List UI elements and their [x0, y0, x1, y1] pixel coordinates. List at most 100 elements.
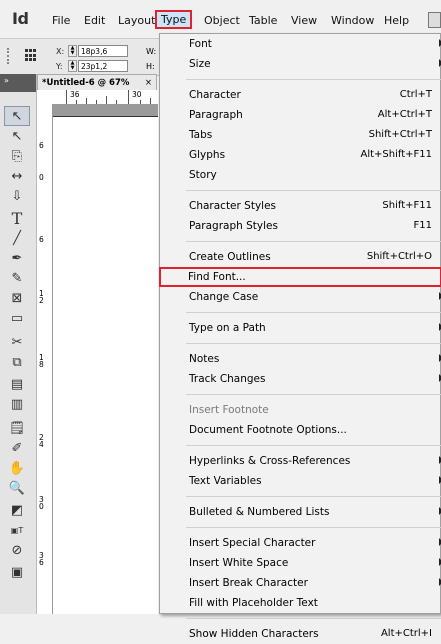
menu-item-shortcut: F11: [413, 220, 432, 231]
menu-item-glyphs[interactable]: Glyphs Alt+Shift+F11: [160, 145, 441, 165]
menu-item-label: Track Changes: [189, 373, 266, 385]
menu-separator: [186, 527, 441, 528]
menu-item-label: Create Outlines: [189, 251, 271, 263]
gap-tool-icon[interactable]: ↔: [4, 166, 30, 186]
menu-item-story[interactable]: Story: [160, 165, 441, 185]
menu-item-label: Text Variables: [189, 475, 262, 487]
menu-item-tabs[interactable]: Tabs Shift+Ctrl+T: [160, 125, 441, 145]
menu-item-shortcut: Alt+Ctrl+T: [377, 109, 432, 120]
menu-item-text-variables[interactable]: Text Variables: [160, 471, 441, 491]
close-tab-icon[interactable]: ×: [145, 75, 152, 91]
document-canvas[interactable]: [53, 104, 158, 614]
menu-item-create-outlines[interactable]: Create Outlines Shift+Ctrl+O: [160, 247, 441, 267]
menu-item-label: Glyphs: [189, 149, 226, 161]
zoom-tool-icon[interactable]: 🔍: [4, 478, 30, 498]
menu-item-notes[interactable]: Notes: [160, 349, 441, 369]
menu-item-label: Insert Special Character: [189, 537, 316, 549]
direct-selection-tool-icon[interactable]: ↖: [4, 126, 30, 146]
y-field[interactable]: 23p1,2: [78, 60, 128, 72]
menu-item-shortcut: Ctrl+T: [399, 89, 432, 100]
reference-point-icon[interactable]: [25, 49, 38, 62]
menu-edit[interactable]: Edit: [84, 14, 105, 27]
formatting-affects-icon[interactable]: ▣T: [4, 520, 30, 540]
menu-item-label: Fill with Placeholder Text: [189, 597, 318, 609]
selection-tool-icon[interactable]: ↖: [4, 106, 30, 126]
menu-item-label: Font: [189, 38, 212, 50]
menu-item-find-font[interactable]: Find Font...: [159, 267, 441, 287]
menu-separator: [186, 312, 441, 313]
menu-item-shortcut: Shift+F11: [382, 200, 432, 211]
ruler-origin[interactable]: [37, 90, 53, 105]
menu-item-show-hidden-characters[interactable]: Show Hidden Characters Alt+Ctrl+I: [160, 624, 441, 644]
menu-item-label: Bulleted & Numbered Lists: [189, 506, 330, 518]
menu-item-label: Hyperlinks & Cross-References: [189, 455, 351, 467]
scissors-tool-icon[interactable]: ✂: [4, 332, 30, 352]
menu-item-insert-break-character[interactable]: Insert Break Character: [160, 573, 441, 593]
menu-separator: [186, 79, 441, 80]
menu-item-font[interactable]: Font: [160, 34, 441, 54]
menu-object[interactable]: Object: [204, 14, 240, 27]
menu-item-fill-with-placeholder-text[interactable]: Fill with Placeholder Text: [160, 593, 441, 613]
menu-item-size[interactable]: Size: [160, 54, 441, 74]
menu-item-shortcut: Alt+Shift+F11: [360, 149, 432, 160]
document-tab-title: *Untitled-6 @ 67%: [42, 78, 130, 88]
menu-item-label: Paragraph Styles: [189, 220, 278, 232]
menu-item-label: Insert White Space: [189, 557, 289, 569]
menu-item-track-changes[interactable]: Track Changes: [160, 369, 441, 389]
pencil-tool-icon[interactable]: ✎: [4, 268, 30, 288]
panel-grip-icon[interactable]: [7, 48, 12, 64]
menu-file[interactable]: File: [52, 14, 70, 27]
x-stepper[interactable]: ▲ ▼: [68, 45, 77, 57]
eyedropper-tool-icon[interactable]: ✐: [4, 438, 30, 458]
y-stepper[interactable]: ▲ ▼: [68, 60, 77, 72]
line-tool-icon[interactable]: ╱: [4, 228, 30, 248]
menu-item-character-styles[interactable]: Character Styles Shift+F11: [160, 196, 441, 216]
menu-item-shortcut: Alt+Ctrl+I: [380, 628, 432, 639]
menu-help[interactable]: Help: [384, 14, 409, 27]
menu-table[interactable]: Table: [249, 14, 277, 27]
content-collector-icon[interactable]: ⇩: [4, 186, 30, 206]
free-transform-tool-icon[interactable]: ⧉: [4, 352, 30, 372]
screen-mode-icon[interactable]: ▣: [4, 562, 30, 582]
type-tool-icon[interactable]: T: [4, 208, 30, 228]
workspace-icon[interactable]: [428, 12, 441, 28]
menu-item-label: Document Footnote Options...: [189, 424, 347, 436]
menu-item-label: Insert Footnote: [189, 404, 269, 416]
menu-item-label: Paragraph: [189, 109, 243, 121]
rectangle-tool-icon[interactable]: ▭: [4, 308, 30, 328]
menu-view[interactable]: View: [291, 14, 317, 27]
menu-item-label: Find Font...: [188, 271, 246, 283]
menu-item-type-on-a-path[interactable]: Type on a Path: [160, 318, 441, 338]
h-label: H:: [146, 62, 155, 71]
menu-layout[interactable]: Layout: [118, 14, 155, 27]
pasteboard: [53, 104, 158, 116]
menu-item-insert-white-space[interactable]: Insert White Space: [160, 553, 441, 573]
menu-item-bulleted-numbered-lists[interactable]: Bulleted & Numbered Lists: [160, 502, 441, 522]
menu-separator: [186, 190, 441, 191]
menu-item-change-case[interactable]: Change Case: [160, 287, 441, 307]
rectangle-frame-tool-icon[interactable]: ⊠: [4, 288, 30, 308]
x-field[interactable]: 18p3,6: [78, 45, 128, 57]
apply-none-icon[interactable]: ⊘: [4, 540, 30, 560]
tools-panel-header[interactable]: »: [0, 74, 36, 92]
page-tool-icon[interactable]: ⎘: [4, 146, 30, 166]
menu-separator: [186, 445, 441, 446]
menu-item-paragraph[interactable]: Paragraph Alt+Ctrl+T: [160, 105, 441, 125]
ruler-label: 30: [39, 495, 44, 511]
hand-tool-icon[interactable]: ✋: [4, 458, 30, 478]
ruler-label: 12: [39, 289, 44, 305]
document-tab[interactable]: *Untitled-6 @ 67% ×: [37, 74, 157, 90]
menu-item-character[interactable]: Character Ctrl+T: [160, 85, 441, 105]
note-tool-icon[interactable]: 🗒: [4, 418, 30, 438]
menu-item-hyperlinks-cross-references[interactable]: Hyperlinks & Cross-References: [160, 451, 441, 471]
menu-item-document-footnote-options[interactable]: Document Footnote Options...: [160, 420, 441, 440]
fill-stroke-icon[interactable]: ◩: [4, 500, 30, 520]
pen-tool-icon[interactable]: ✒: [4, 248, 30, 268]
menu-item-insert-special-character[interactable]: Insert Special Character: [160, 533, 441, 553]
gradient-swatch-tool-icon[interactable]: ▤: [4, 374, 30, 394]
gradient-feather-tool-icon[interactable]: ▥: [4, 394, 30, 414]
menu-type[interactable]: Type: [155, 10, 193, 29]
menu-item-paragraph-styles[interactable]: Paragraph Styles F11: [160, 216, 441, 236]
menu-window[interactable]: Window: [331, 14, 374, 27]
w-label: W:: [146, 47, 157, 56]
